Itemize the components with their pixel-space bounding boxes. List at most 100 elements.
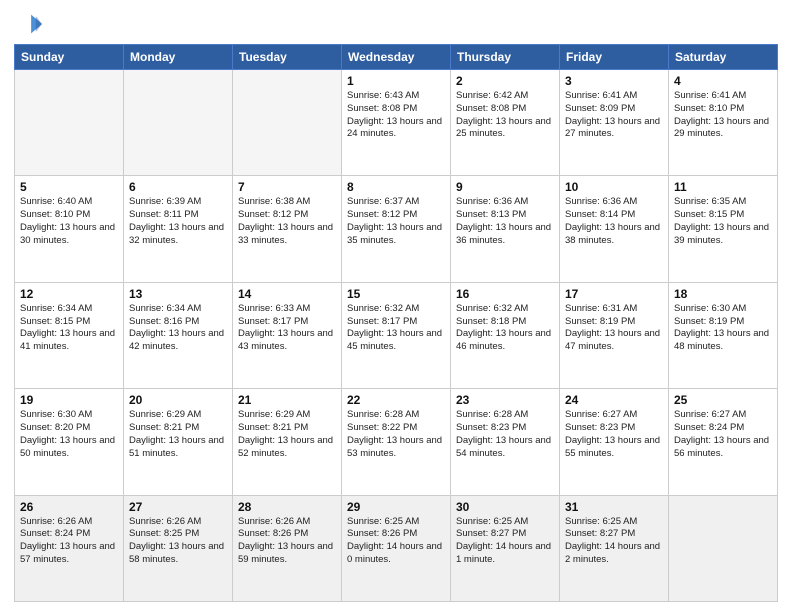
calendar-table: SundayMondayTuesdayWednesdayThursdayFrid…: [14, 44, 778, 602]
day-number: 28: [238, 500, 336, 514]
day-info: Sunrise: 6:28 AM Sunset: 8:23 PM Dayligh…: [456, 409, 554, 460]
day-number: 19: [20, 393, 118, 407]
day-info: Sunrise: 6:25 AM Sunset: 8:26 PM Dayligh…: [347, 516, 445, 567]
day-number: 8: [347, 180, 445, 194]
day-number: 1: [347, 74, 445, 88]
page: SundayMondayTuesdayWednesdayThursdayFrid…: [0, 0, 792, 612]
day-info: Sunrise: 6:31 AM Sunset: 8:19 PM Dayligh…: [565, 303, 663, 354]
calendar-cell: 19 Sunrise: 6:30 AM Sunset: 8:20 PM Dayli…: [15, 389, 124, 495]
calendar-cell: 23Sunrise: 6:28 AM Sunset: 8:23 PM Dayli…: [451, 389, 560, 495]
calendar-cell: 10 Sunrise: 6:36 AM Sunset: 8:14 PM Dayli…: [560, 176, 669, 282]
calendar-cell: 21 Sunrise: 6:29 AM Sunset: 8:21 PM Dayli…: [233, 389, 342, 495]
day-number: 9: [456, 180, 554, 194]
calendar-cell: 26 Sunrise: 6:26 AM Sunset: 8:24 PM Dayli…: [15, 495, 124, 601]
calendar-cell: 28 Sunrise: 6:26 AM Sunset: 8:26 PM Dayli…: [233, 495, 342, 601]
calendar-cell: 16 Sunrise: 6:32 AM Sunset: 8:18 PM Dayli…: [451, 282, 560, 388]
calendar-cell: 27 Sunrise: 6:26 AM Sunset: 8:25 PM Dayli…: [124, 495, 233, 601]
day-info: Sunrise: 6:30 AM Sunset: 8:19 PM Dayligh…: [674, 303, 772, 354]
calendar-cell: 6 Sunrise: 6:39 AM Sunset: 8:11 PM Daylig…: [124, 176, 233, 282]
calendar-cell: [15, 70, 124, 176]
calendar-week-4: 19 Sunrise: 6:30 AM Sunset: 8:20 PM Dayli…: [15, 389, 778, 495]
day-number: 20: [129, 393, 227, 407]
day-number: 5: [20, 180, 118, 194]
day-info: Sunrise: 6:33 AM Sunset: 8:17 PM Dayligh…: [238, 303, 336, 354]
day-number: 6: [129, 180, 227, 194]
day-info: Sunrise: 6:41 AM Sunset: 8:10 PM Dayligh…: [674, 90, 772, 141]
calendar-header-saturday: Saturday: [669, 45, 778, 70]
calendar-cell: 8 Sunrise: 6:37 AM Sunset: 8:12 PM Daylig…: [342, 176, 451, 282]
header: [14, 10, 778, 38]
calendar-cell: 20 Sunrise: 6:29 AM Sunset: 8:21 PM Dayli…: [124, 389, 233, 495]
day-info: Sunrise: 6:40 AM Sunset: 8:10 PM Dayligh…: [20, 196, 118, 247]
day-info: Sunrise: 6:34 AM Sunset: 8:15 PM Dayligh…: [20, 303, 118, 354]
day-number: 16: [456, 287, 554, 301]
calendar-header-thursday: Thursday: [451, 45, 560, 70]
day-number: 21: [238, 393, 336, 407]
day-info: Sunrise: 6:26 AM Sunset: 8:26 PM Dayligh…: [238, 516, 336, 567]
calendar-cell: 29 Sunrise: 6:25 AM Sunset: 8:26 PM Dayli…: [342, 495, 451, 601]
day-number: 10: [565, 180, 663, 194]
calendar-header-wednesday: Wednesday: [342, 45, 451, 70]
day-info: Sunrise: 6:32 AM Sunset: 8:17 PM Dayligh…: [347, 303, 445, 354]
day-info: Sunrise: 6:43 AM Sunset: 8:08 PM Dayligh…: [347, 90, 445, 141]
calendar-week-3: 12Sunrise: 6:34 AM Sunset: 8:15 PM Dayli…: [15, 282, 778, 388]
day-info: Sunrise: 6:42 AM Sunset: 8:08 PM Dayligh…: [456, 90, 554, 141]
calendar-cell: 13 Sunrise: 6:34 AM Sunset: 8:16 PM Dayli…: [124, 282, 233, 388]
day-info: Sunrise: 6:30 AM Sunset: 8:20 PM Dayligh…: [20, 409, 118, 460]
calendar-header-row: SundayMondayTuesdayWednesdayThursdayFrid…: [15, 45, 778, 70]
logo-icon: [14, 10, 42, 38]
day-number: 29: [347, 500, 445, 514]
calendar-cell: 14Sunrise: 6:33 AM Sunset: 8:17 PM Dayli…: [233, 282, 342, 388]
day-info: Sunrise: 6:38 AM Sunset: 8:12 PM Dayligh…: [238, 196, 336, 247]
day-info: Sunrise: 6:34 AM Sunset: 8:16 PM Dayligh…: [129, 303, 227, 354]
day-number: 11: [674, 180, 772, 194]
calendar-header-friday: Friday: [560, 45, 669, 70]
calendar-cell: 18 Sunrise: 6:30 AM Sunset: 8:19 PM Dayli…: [669, 282, 778, 388]
day-info: Sunrise: 6:27 AM Sunset: 8:23 PM Dayligh…: [565, 409, 663, 460]
day-number: 22: [347, 393, 445, 407]
day-number: 15: [347, 287, 445, 301]
calendar-week-1: 1 Sunrise: 6:43 AM Sunset: 8:08 PM Daylig…: [15, 70, 778, 176]
day-info: Sunrise: 6:28 AM Sunset: 8:22 PM Dayligh…: [347, 409, 445, 460]
calendar-cell: 25Sunrise: 6:27 AM Sunset: 8:24 PM Dayli…: [669, 389, 778, 495]
day-number: 17: [565, 287, 663, 301]
day-info: Sunrise: 6:26 AM Sunset: 8:24 PM Dayligh…: [20, 516, 118, 567]
day-number: 27: [129, 500, 227, 514]
day-info: Sunrise: 6:39 AM Sunset: 8:11 PM Dayligh…: [129, 196, 227, 247]
calendar-cell: 4 Sunrise: 6:41 AM Sunset: 8:10 PM Daylig…: [669, 70, 778, 176]
day-number: 2: [456, 74, 554, 88]
day-number: 30: [456, 500, 554, 514]
calendar-week-2: 5 Sunrise: 6:40 AM Sunset: 8:10 PM Daylig…: [15, 176, 778, 282]
day-info: Sunrise: 6:26 AM Sunset: 8:25 PM Dayligh…: [129, 516, 227, 567]
day-number: 7: [238, 180, 336, 194]
day-info: Sunrise: 6:32 AM Sunset: 8:18 PM Dayligh…: [456, 303, 554, 354]
day-info: Sunrise: 6:36 AM Sunset: 8:14 PM Dayligh…: [565, 196, 663, 247]
calendar-cell: 3Sunrise: 6:41 AM Sunset: 8:09 PM Daylig…: [560, 70, 669, 176]
day-info: Sunrise: 6:29 AM Sunset: 8:21 PM Dayligh…: [238, 409, 336, 460]
day-number: 25: [674, 393, 772, 407]
day-info: Sunrise: 6:29 AM Sunset: 8:21 PM Dayligh…: [129, 409, 227, 460]
calendar-cell: 30 Sunrise: 6:25 AM Sunset: 8:27 PM Dayli…: [451, 495, 560, 601]
day-info: Sunrise: 6:36 AM Sunset: 8:13 PM Dayligh…: [456, 196, 554, 247]
day-number: 4: [674, 74, 772, 88]
calendar-cell: 7 Sunrise: 6:38 AM Sunset: 8:12 PM Daylig…: [233, 176, 342, 282]
day-number: 18: [674, 287, 772, 301]
day-number: 13: [129, 287, 227, 301]
calendar-cell: 24Sunrise: 6:27 AM Sunset: 8:23 PM Dayli…: [560, 389, 669, 495]
calendar-cell: [233, 70, 342, 176]
calendar-cell: 31Sunrise: 6:25 AM Sunset: 8:27 PM Dayli…: [560, 495, 669, 601]
day-info: Sunrise: 6:37 AM Sunset: 8:12 PM Dayligh…: [347, 196, 445, 247]
calendar-cell: 15 Sunrise: 6:32 AM Sunset: 8:17 PM Dayli…: [342, 282, 451, 388]
calendar-cell: 12Sunrise: 6:34 AM Sunset: 8:15 PM Dayli…: [15, 282, 124, 388]
calendar-header-sunday: Sunday: [15, 45, 124, 70]
day-number: 3: [565, 74, 663, 88]
calendar-cell: 17 Sunrise: 6:31 AM Sunset: 8:19 PM Dayli…: [560, 282, 669, 388]
day-info: Sunrise: 6:25 AM Sunset: 8:27 PM Dayligh…: [565, 516, 663, 567]
calendar-cell: [669, 495, 778, 601]
day-info: Sunrise: 6:35 AM Sunset: 8:15 PM Dayligh…: [674, 196, 772, 247]
day-info: Sunrise: 6:25 AM Sunset: 8:27 PM Dayligh…: [456, 516, 554, 567]
day-number: 26: [20, 500, 118, 514]
calendar-cell: [124, 70, 233, 176]
calendar-week-5: 26 Sunrise: 6:26 AM Sunset: 8:24 PM Dayli…: [15, 495, 778, 601]
calendar-cell: 1 Sunrise: 6:43 AM Sunset: 8:08 PM Daylig…: [342, 70, 451, 176]
